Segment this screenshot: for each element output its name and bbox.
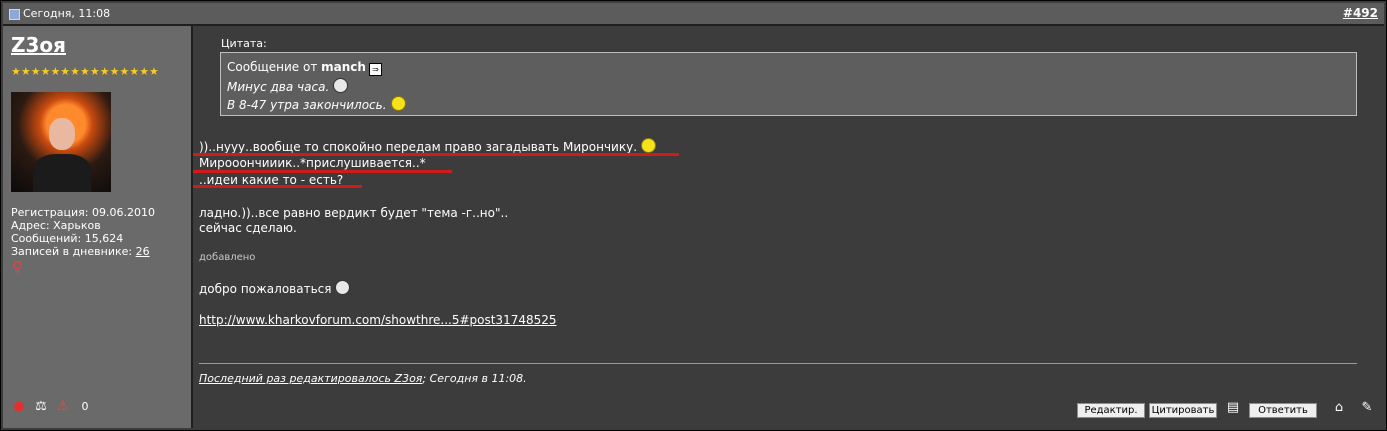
post-number-link[interactable]: #492 xyxy=(1343,6,1378,20)
quote-line-2: В 8-47 утра закончилось. xyxy=(227,96,406,112)
user-action-icons: ● ⚖ ⚠ 0 xyxy=(11,399,93,415)
quote-label: Цитата: xyxy=(221,37,267,50)
registration-date: Регистрация: 09.06.2010 xyxy=(11,206,155,219)
edited-note: Последний раз редактировалось Z3oя; Сего… xyxy=(199,372,527,385)
diary-label: Записей в дневнике: xyxy=(11,245,136,258)
attachment-icon: 0 xyxy=(81,400,89,413)
post-line-5: сейчас сделаю. xyxy=(199,221,297,235)
quote-author-line: Сообщение от manch ⇒ xyxy=(227,60,382,76)
added-label: добавлено xyxy=(199,252,256,263)
post-text-1: ))..нууу..вообще то спокойно передам пра… xyxy=(199,140,638,154)
quote-from-prefix: Сообщение от xyxy=(227,60,322,74)
edit-button[interactable]: Редактир. xyxy=(1077,403,1145,418)
quote-author: manch xyxy=(321,60,366,74)
quick-reply-icon[interactable]: ✎ xyxy=(1359,400,1375,416)
post-frame: Сегодня, 11:08 #492 Z3oя ★★★★★★★★★★★★★★★… xyxy=(0,0,1387,431)
quote-text-2: В 8-47 утра закончилось. xyxy=(227,98,387,112)
report-icon[interactable]: ⚠ xyxy=(55,399,71,415)
post-line-1: ))..нууу..вообще то спокойно передам пра… xyxy=(199,138,657,154)
message-count: Сообщений: 15,624 xyxy=(11,232,124,245)
grin-smiley-icon xyxy=(333,78,349,93)
smile-smiley-icon xyxy=(641,138,657,153)
post-line-4: ладно.))..все равно вердикт будет "тема … xyxy=(199,206,509,220)
grin-smiley-icon xyxy=(335,280,351,295)
quote-box: Сообщение от manch ⇒ Минус два часа. В 8-… xyxy=(220,52,1357,116)
view-post-icon[interactable]: ⇒ xyxy=(368,63,382,76)
user-address: Адрес: Харьков xyxy=(11,219,101,232)
rank-stars: ★★★★★★★★★★★★★★★ xyxy=(11,65,159,78)
post-link[interactable]: http://www.kharkovforum.com/showthre...5… xyxy=(199,313,557,327)
diary-entries: Записей в дневнике: 26 xyxy=(11,245,155,258)
diary-count-link[interactable]: 26 xyxy=(136,245,150,258)
avatar-face xyxy=(49,118,75,150)
post-icon xyxy=(9,9,20,20)
avatar xyxy=(11,92,111,192)
post-line-2: Мирооончииик..*прислушивается..* xyxy=(199,156,426,170)
post-date: Сегодня, 11:08 xyxy=(23,7,111,20)
quote-button[interactable]: Цитировать xyxy=(1149,403,1217,418)
online-status-icon: ● xyxy=(13,399,25,414)
smile-smiley-icon xyxy=(390,96,406,111)
post-header: Сегодня, 11:08 #492 xyxy=(3,3,1384,26)
quote-line-1: Минус два часа. xyxy=(227,78,349,94)
edited-suffix: ; Сегодня в 11:08. xyxy=(422,372,527,385)
quote-text-1: Минус два часа. xyxy=(227,80,330,94)
reply-button[interactable]: Ответить xyxy=(1249,403,1317,418)
welcome-line: добро пожаловаться xyxy=(199,280,351,296)
reputation-icon[interactable]: ⚖ xyxy=(33,399,49,415)
user-info: Регистрация: 09.06.2010 Адрес: Харьков С… xyxy=(11,206,155,258)
username-link[interactable]: Z3oя xyxy=(11,33,66,57)
welcome-text: добро пожаловаться xyxy=(199,282,332,296)
red-underline-3 xyxy=(193,185,362,188)
user-sidebar: Z3oя ★★★★★★★★★★★★★★★ Регистрация: 09.06.… xyxy=(3,26,193,428)
edited-prefix: Последний раз редактировалось Z3oя xyxy=(199,372,423,385)
top-of-page-icon[interactable]: ⌂ xyxy=(1331,400,1347,416)
multiquote-icon[interactable]: ▤ xyxy=(1225,400,1241,416)
avatar-body xyxy=(33,154,91,192)
signature-divider xyxy=(199,363,1357,364)
post-content: Цитата: Сообщение от manch ⇒ Минус два ча… xyxy=(193,26,1384,428)
female-icon: ♀ xyxy=(12,258,23,276)
